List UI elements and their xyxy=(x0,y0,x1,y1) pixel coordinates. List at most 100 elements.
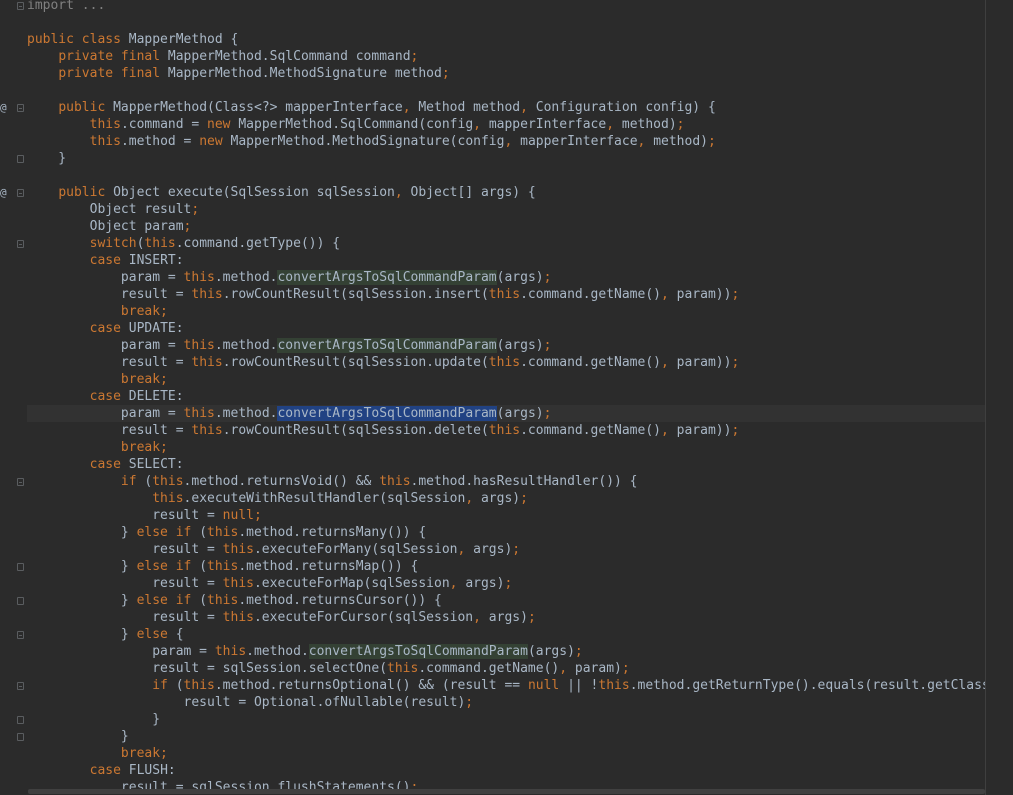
fold-collapse-icon[interactable] xyxy=(17,104,24,112)
code-line[interactable]: public Object execute(SqlSession sqlSess… xyxy=(27,184,535,201)
code-line[interactable]: } else if (this.method.returnsCursor()) … xyxy=(27,592,442,609)
code-token: .method. xyxy=(214,338,278,353)
code-token: break; xyxy=(120,746,168,761)
code-line[interactable]: } else { xyxy=(27,626,184,643)
code-token: ; xyxy=(410,49,419,64)
code-line[interactable]: public class MapperMethod { xyxy=(27,31,238,48)
code-token: } xyxy=(27,712,161,727)
code-token: MapperMethod.MethodSignature(config xyxy=(230,134,505,149)
code-token: this xyxy=(207,525,239,540)
selected-text: convertArgsToSqlCommandParam xyxy=(277,406,497,421)
code-line[interactable]: param = this.method.convertArgsToSqlComm… xyxy=(27,269,551,286)
code-line[interactable]: param = this.method.convertArgsToSqlComm… xyxy=(27,405,985,422)
code-line[interactable]: result = this.rowCountResult(sqlSession.… xyxy=(27,354,739,371)
fold-collapse-icon[interactable] xyxy=(17,682,24,690)
code-line[interactable]: result = this.executeForMany(sqlSession,… xyxy=(27,541,520,558)
code-token: } xyxy=(27,559,137,574)
code-line[interactable]: private final MapperMethod.MethodSignatu… xyxy=(27,65,449,82)
code-line[interactable]: break; xyxy=(27,439,168,456)
code-token: Configuration config) { xyxy=(535,100,716,115)
code-token: import ... xyxy=(27,0,106,13)
code-line[interactable]: break; xyxy=(27,303,168,320)
fold-end-icon[interactable] xyxy=(17,155,24,163)
code-token: args) xyxy=(488,610,528,625)
code-line[interactable]: import ... xyxy=(27,0,105,14)
override-marker-icon[interactable]: @ xyxy=(0,184,7,201)
code-line[interactable]: } else if (this.method.returnsMany()) { xyxy=(27,524,426,541)
fold-collapse-icon[interactable] xyxy=(17,189,24,197)
code-line[interactable]: break; xyxy=(27,371,168,388)
code-line[interactable]: } xyxy=(27,728,129,745)
code-line[interactable]: case DELETE: xyxy=(27,388,184,405)
code-line[interactable]: result = this.executeForCursor(sqlSessio… xyxy=(27,609,536,626)
code-token: this xyxy=(152,491,184,506)
code-line[interactable]: result = this.rowCountResult(sqlSession.… xyxy=(27,286,739,303)
code-token: this xyxy=(598,678,630,693)
code-token: param = xyxy=(27,270,184,285)
code-line[interactable]: if (this.method.returnsOptional() && (re… xyxy=(27,677,985,694)
code-token: (args) xyxy=(496,406,544,421)
code-line[interactable]: case INSERT: xyxy=(27,252,184,269)
code-token: ; xyxy=(191,202,200,217)
code-token: result = xyxy=(27,355,192,370)
code-area[interactable]: import ... public class MapperMethod { pr… xyxy=(27,0,985,795)
code-line[interactable]: private final MapperMethod.SqlCommand co… xyxy=(27,48,418,65)
code-line[interactable]: this.method = new MapperMethod.MethodSig… xyxy=(27,133,716,150)
code-token: this xyxy=(191,423,223,438)
fold-collapse-icon[interactable] xyxy=(17,631,24,639)
code-token: this xyxy=(222,576,254,591)
code-token: this xyxy=(222,542,254,557)
code-line[interactable]: result = null; xyxy=(27,507,262,524)
code-token: break; xyxy=(120,440,168,455)
code-line[interactable]: result = this.rowCountResult(sqlSession.… xyxy=(27,422,739,439)
fold-collapse-icon[interactable] xyxy=(17,2,24,10)
fold-end-icon[interactable] xyxy=(17,733,24,741)
code-token: .command.getName() xyxy=(520,355,661,370)
code-line[interactable]: result = sqlSession.selectOne(this.comma… xyxy=(27,660,629,677)
code-token: result = xyxy=(27,423,192,438)
fold-collapse-icon[interactable] xyxy=(17,240,24,248)
code-line[interactable]: this.executeWithResultHandler(sqlSession… xyxy=(27,490,528,507)
code-token: ; xyxy=(512,542,521,557)
horizontal-scrollbar[interactable] xyxy=(28,789,985,794)
code-token: else if xyxy=(136,593,200,608)
fold-end-icon[interactable] xyxy=(17,563,24,571)
override-marker-icon[interactable]: @ xyxy=(0,99,7,116)
code-token: , xyxy=(661,423,677,438)
code-token: ; xyxy=(731,423,740,438)
code-token: case xyxy=(89,253,129,268)
fold-collapse-icon[interactable] xyxy=(17,478,24,486)
code-line[interactable]: result = Optional.ofNullable(result); xyxy=(27,694,474,711)
fold-end-icon[interactable] xyxy=(17,716,24,724)
code-line[interactable]: } xyxy=(27,150,66,167)
code-token: .method. xyxy=(214,270,278,285)
code-line[interactable]: Object result; xyxy=(27,201,200,218)
code-line[interactable]: } xyxy=(27,711,160,728)
code-line[interactable]: result = this.executeForMap(sqlSession, … xyxy=(27,575,512,592)
code-token: .method.returnsOptional() && (result == xyxy=(214,678,528,693)
code-line[interactable]: param = this.method.convertArgsToSqlComm… xyxy=(27,337,551,354)
code-line[interactable]: case SELECT: xyxy=(27,456,184,473)
code-line[interactable]: param = this.method.convertArgsToSqlComm… xyxy=(27,643,583,660)
code-line[interactable]: Object param; xyxy=(27,218,192,235)
code-token: param = xyxy=(27,644,215,659)
code-line[interactable]: case UPDATE: xyxy=(27,320,184,337)
code-line[interactable]: this.command = new MapperMethod.SqlComma… xyxy=(27,116,685,133)
code-line[interactable]: case FLUSH: xyxy=(27,762,176,779)
code-line[interactable]: } else if (this.method.returnsMap()) { xyxy=(27,558,418,575)
code-line[interactable]: public MapperMethod(Class<?> mapperInter… xyxy=(27,99,716,116)
code-token: param)) xyxy=(676,355,732,370)
code-editor[interactable]: @ @ import ... public class MapperMethod {… xyxy=(0,0,1013,795)
code-line[interactable]: break; xyxy=(27,745,168,762)
fold-end-icon[interactable] xyxy=(17,597,24,605)
code-token: , xyxy=(473,117,489,132)
code-token: .method.hasResultHandler()) { xyxy=(410,474,638,489)
code-token: new xyxy=(207,117,239,132)
code-line[interactable]: switch(this.command.getType()) { xyxy=(27,235,340,252)
code-line[interactable]: if (this.method.returnsVoid() && this.me… xyxy=(27,473,638,490)
code-token: .executeWithResultHandler(sqlSession xyxy=(183,491,466,506)
code-token: (args) xyxy=(496,270,544,285)
